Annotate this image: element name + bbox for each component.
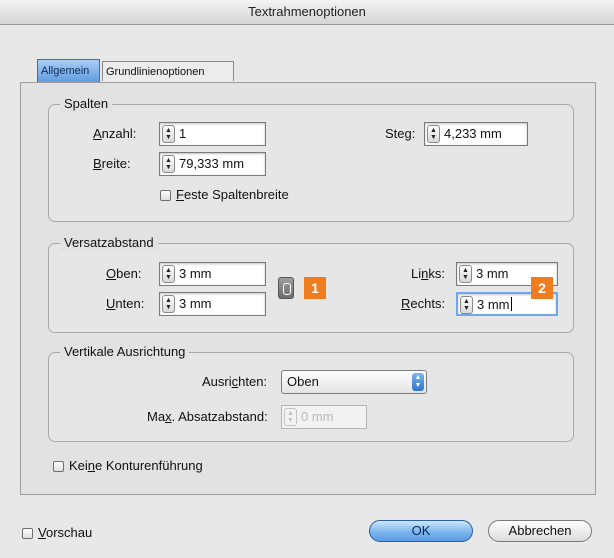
oben-label: Oben: bbox=[106, 266, 142, 281]
select-arrows-icon: ▲ ▼ bbox=[412, 373, 424, 391]
max-absatzabstand-field: ▲ ▼ 0 mm bbox=[281, 405, 367, 429]
unten-label: Unten: bbox=[106, 296, 145, 311]
spalten-legend: Spalten bbox=[60, 96, 113, 112]
ok-button[interactable]: OK bbox=[369, 520, 473, 542]
rechts-label: Rechts: bbox=[401, 296, 446, 311]
max-absatzabstand-stepper: ▲ ▼ bbox=[284, 408, 297, 426]
steg-label: Steg: bbox=[385, 126, 416, 141]
unten-value: 3 mm bbox=[179, 296, 212, 311]
oben-stepper[interactable]: ▲ ▼ bbox=[162, 265, 175, 283]
ausrichten-selected: Oben bbox=[287, 374, 319, 389]
steg-field[interactable]: ▲ ▼ 4,233 mm bbox=[424, 122, 528, 146]
feste-spaltenbreite-checkbox[interactable] bbox=[160, 190, 171, 201]
max-absatzabstand-value: 0 mm bbox=[301, 409, 334, 424]
unten-stepper[interactable]: ▲ ▼ bbox=[162, 295, 175, 313]
links-label: Links: bbox=[411, 266, 445, 281]
feste-spaltenbreite-label: Feste Spaltenbreite bbox=[176, 187, 289, 202]
callout-badge-1: 1 bbox=[304, 277, 326, 299]
ausrichten-label: Ausrichten: bbox=[202, 374, 268, 389]
chain-link-icon bbox=[283, 283, 291, 295]
links-stepper[interactable]: ▲ ▼ bbox=[459, 265, 472, 283]
breite-label: Breite: bbox=[93, 156, 131, 171]
max-absatzabstand-label: Max. Absatzabstand: bbox=[147, 409, 268, 424]
ausrichten-select[interactable]: Oben ▲ ▼ bbox=[281, 370, 427, 394]
anzahl-stepper[interactable]: ▲ ▼ bbox=[162, 125, 175, 143]
text-cursor bbox=[510, 297, 512, 311]
oben-value: 3 mm bbox=[179, 266, 212, 281]
vorschau-label: Vorschau bbox=[38, 525, 93, 540]
steg-stepper[interactable]: ▲ ▼ bbox=[427, 125, 440, 143]
rechts-stepper[interactable]: ▲ ▼ bbox=[460, 296, 473, 314]
unten-field[interactable]: ▲ ▼ 3 mm bbox=[159, 292, 266, 316]
callout-badge-2: 2 bbox=[531, 277, 553, 299]
anzahl-field[interactable]: ▲ ▼ 1 bbox=[159, 122, 266, 146]
oben-field[interactable]: ▲ ▼ 3 mm bbox=[159, 262, 266, 286]
breite-stepper[interactable]: ▲ ▼ bbox=[162, 155, 175, 173]
versatzabstand-legend: Versatzabstand bbox=[60, 235, 158, 251]
anzahl-value: 1 bbox=[179, 126, 187, 141]
vorschau-checkbox[interactable] bbox=[22, 528, 33, 539]
keine-konturenfuehrung-checkbox[interactable] bbox=[53, 461, 64, 472]
window-title: Textrahmenoptionen bbox=[0, 0, 614, 25]
tab-allgemein[interactable]: Allgemein bbox=[37, 59, 100, 83]
cancel-button[interactable]: Abbrechen bbox=[488, 520, 592, 542]
vertikale-ausrichtung-legend: Vertikale Ausrichtung bbox=[60, 344, 190, 360]
steg-value: 4,233 mm bbox=[444, 126, 502, 141]
links-value: 3 mm bbox=[476, 266, 509, 281]
breite-field[interactable]: ▲ ▼ 79,333 mm bbox=[159, 152, 266, 176]
rechts-value: 3 mm bbox=[477, 297, 512, 312]
breite-value: 79,333 mm bbox=[179, 156, 245, 171]
keine-konturenfuehrung-label: Keine Konturenführung bbox=[69, 458, 203, 473]
link-chain-button[interactable] bbox=[278, 277, 294, 299]
anzahl-label: Anzahl: bbox=[93, 126, 137, 141]
tab-grundlinienoptionen[interactable]: Grundlinienoptionen bbox=[102, 61, 234, 81]
